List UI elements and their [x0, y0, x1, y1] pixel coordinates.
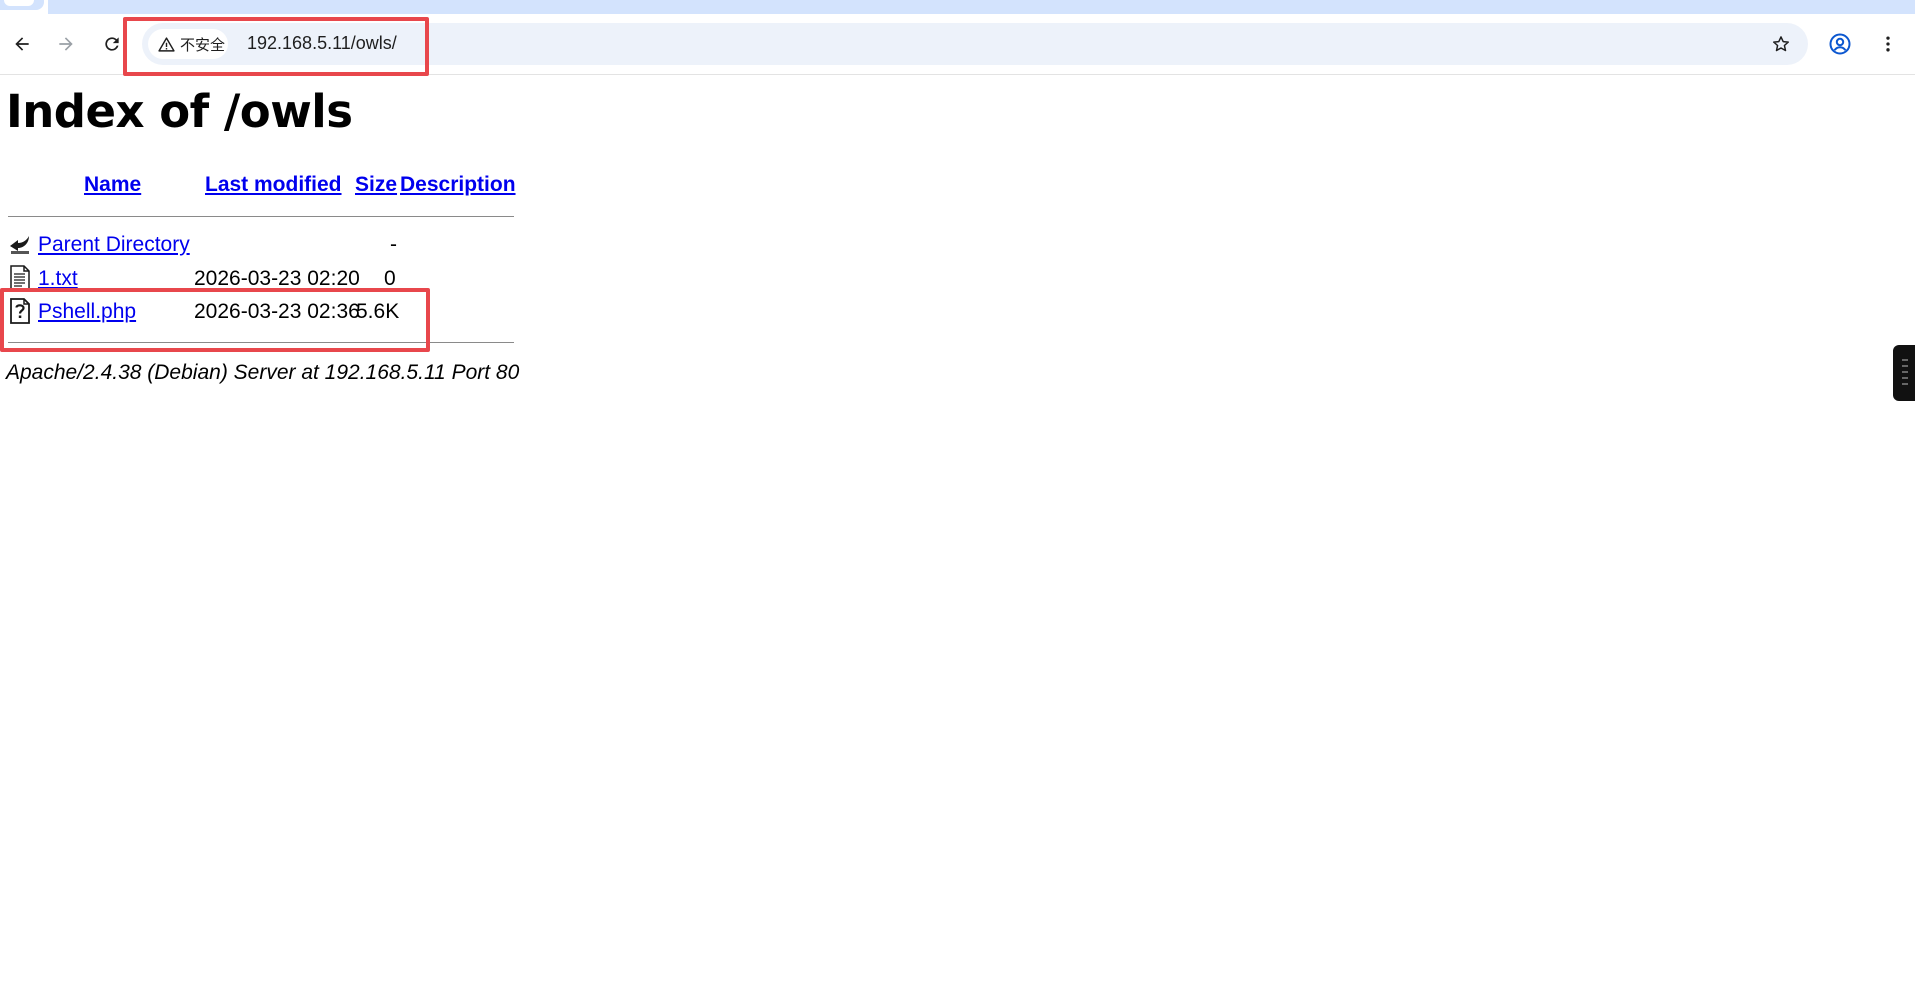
back-button[interactable] — [6, 28, 38, 60]
table-row: Pshell.php 2026-03-23 02:36 5.6K — [0, 298, 520, 328]
profile-button[interactable] — [1824, 28, 1856, 60]
forward-arrow-icon — [59, 37, 73, 51]
kebab-menu-icon — [1886, 36, 1890, 52]
column-header-name[interactable]: Name — [84, 173, 141, 197]
handle-grip-line — [1902, 377, 1908, 379]
browser-toolbar: 不安全 192.168.5.11/owls/ — [0, 14, 1915, 75]
bookmark-button[interactable] — [1768, 31, 1794, 57]
text-file-icon — [10, 265, 30, 291]
url-text[interactable]: 192.168.5.11/owls/ — [247, 33, 397, 54]
column-header-size[interactable]: Size — [355, 173, 397, 197]
column-header-description[interactable]: Description — [400, 173, 516, 197]
profile-icon — [1829, 33, 1851, 55]
file-link[interactable]: Pshell.php — [38, 300, 136, 324]
size-cell: - — [390, 233, 397, 256]
tab-strip — [0, 0, 1915, 14]
address-bar[interactable]: 不安全 192.168.5.11/owls/ — [142, 23, 1808, 65]
handle-grip-line — [1902, 365, 1908, 367]
size-cell: 0 — [384, 267, 396, 290]
browser-menu-button[interactable] — [1872, 28, 1904, 60]
reload-button[interactable] — [96, 28, 128, 60]
side-panel-handle[interactable] — [1893, 345, 1915, 401]
handle-grip-line — [1902, 371, 1908, 373]
active-tab-inner — [4, 0, 34, 6]
table-row: Parent Directory - — [0, 231, 520, 261]
handle-grip-line — [1902, 383, 1908, 385]
parent-directory-icon — [10, 236, 29, 254]
last-modified-cell: 2026-03-23 02:36 — [194, 300, 360, 323]
tab-strip-background — [48, 0, 1915, 14]
active-tab[interactable] — [0, 0, 44, 10]
handle-grip-line — [1902, 359, 1908, 361]
reload-icon — [105, 37, 119, 51]
file-link[interactable]: Parent Directory — [38, 233, 190, 257]
file-link[interactable]: 1.txt — [38, 267, 78, 291]
security-indicator[interactable]: 不安全 — [148, 29, 228, 59]
last-modified-cell: 2026-03-23 02:20 — [194, 267, 360, 290]
table-row: 1.txt 2026-03-23 02:20 0 — [0, 265, 520, 295]
security-label: 不安全 — [180, 36, 226, 54]
page-title: Index of /owls — [6, 85, 353, 138]
size-cell: 5.6K — [356, 300, 400, 323]
page-content: Index of /owls Name Last modified Size D… — [0, 75, 1915, 995]
back-arrow-icon — [15, 37, 29, 51]
column-header-last-modified[interactable]: Last modified — [205, 173, 342, 197]
star-icon — [1773, 36, 1789, 52]
warning-triangle-icon — [158, 36, 175, 52]
unknown-file-icon — [10, 298, 30, 324]
footer-divider — [8, 342, 514, 343]
forward-button[interactable] — [50, 28, 82, 60]
server-signature: Apache/2.4.38 (Debian) Server at 192.168… — [6, 361, 520, 384]
header-divider — [8, 216, 514, 217]
